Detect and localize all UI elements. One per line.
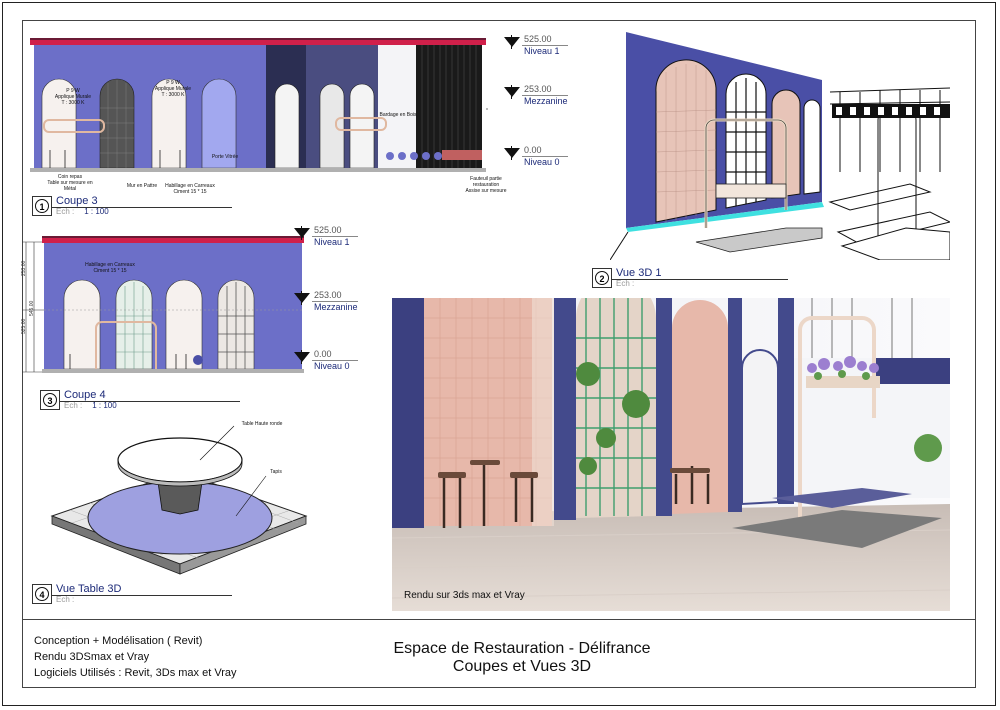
coupe4-level-niveau1: 525.00 Niveau 1 (290, 225, 360, 250)
coupe-4-drawing: 253.00 525.00 545.00 (20, 236, 310, 376)
coupe3-level-niveau1: 525.00 Niveau 1 (500, 34, 570, 59)
coupe4-annotation-habillage: Habillage en Carreaux Ciment 15 * 15 (85, 262, 135, 274)
vue-3d-1-drawing (610, 32, 950, 260)
render-caption: Rendu sur 3ds max et Vray (404, 590, 525, 601)
table-3d-drawing (50, 420, 310, 580)
coupe4-dim-c: 545.00 (29, 300, 35, 316)
render-image: Rendu sur 3ds max et Vray (392, 298, 950, 611)
footer-title: Espace de Restauration - Délifrance (393, 640, 651, 657)
table3d-annotation-tapis: Tapis (270, 469, 282, 475)
view-number: 3 (43, 393, 57, 407)
coupe4-dim-a: 253.00 (21, 260, 27, 276)
table3d-annotation-table: Table Haute ronde (241, 421, 283, 427)
view-number: 1 (35, 199, 49, 213)
coupe3-annotation-bardage: Bardage en Bois (379, 112, 417, 118)
coupe3-annotation-fauteuil: Fauteuil partie restauration Assise sur … (465, 176, 507, 194)
coupe4-level-niveau0: 0.00 Niveau 0 (290, 349, 360, 374)
coupe3-annotation-porte: Porte Vitrée (211, 154, 239, 160)
footer-subtitle: Coupes et Vues 3D (452, 658, 592, 675)
coupe3-level-mezzanine: 253.00 Mezzanine (500, 84, 570, 109)
coupe3-level-niveau0: 0.00 Niveau 0 (500, 145, 570, 170)
coupe4-dim-b: 525.00 (21, 318, 27, 334)
footer-line-rendu: Rendu 3DSmax et Vray (34, 651, 150, 663)
coupe3-annotation-habillage: Habillage en Carreaux Ciment 15 * 15 (165, 183, 215, 195)
view-number: 2 (595, 271, 609, 285)
coupe3-annotation-mur: Mur en Pattre (126, 183, 158, 189)
coupe3-annotation-coin-repas: Coin repas Table sur mesure en Métal (47, 174, 93, 192)
vue3d1-view-title: 2 Vue 3D 1 Ech : (592, 267, 792, 290)
coupe4-view-title: 3 Coupe 4 Ech :1 : 100 (40, 389, 240, 412)
coupe4-level-mezzanine: 253.00 Mezzanine (290, 290, 360, 315)
coupe3-annotation-lamp-left: P 9 W Applique Murale T : 3000 K (54, 88, 92, 106)
coupe-3-drawing (30, 38, 490, 180)
coupe3-view-title: 1 Coupe 3 Ech :1 : 100 (32, 195, 232, 218)
title-block: Conception + Modélisation ( Revit) Rendu… (22, 619, 976, 689)
table3d-view-title: 4 Vue Table 3D Ech : (32, 583, 232, 606)
footer-line-logiciels: Logiciels Utilisés : Revit, 3Ds max et V… (34, 667, 237, 679)
footer-line-conception: Conception + Modélisation ( Revit) (34, 635, 203, 647)
coupe3-annotation-lamp-right: P 9 W Applique Murale T : 3000 K (154, 80, 192, 98)
view-number: 4 (35, 587, 49, 601)
